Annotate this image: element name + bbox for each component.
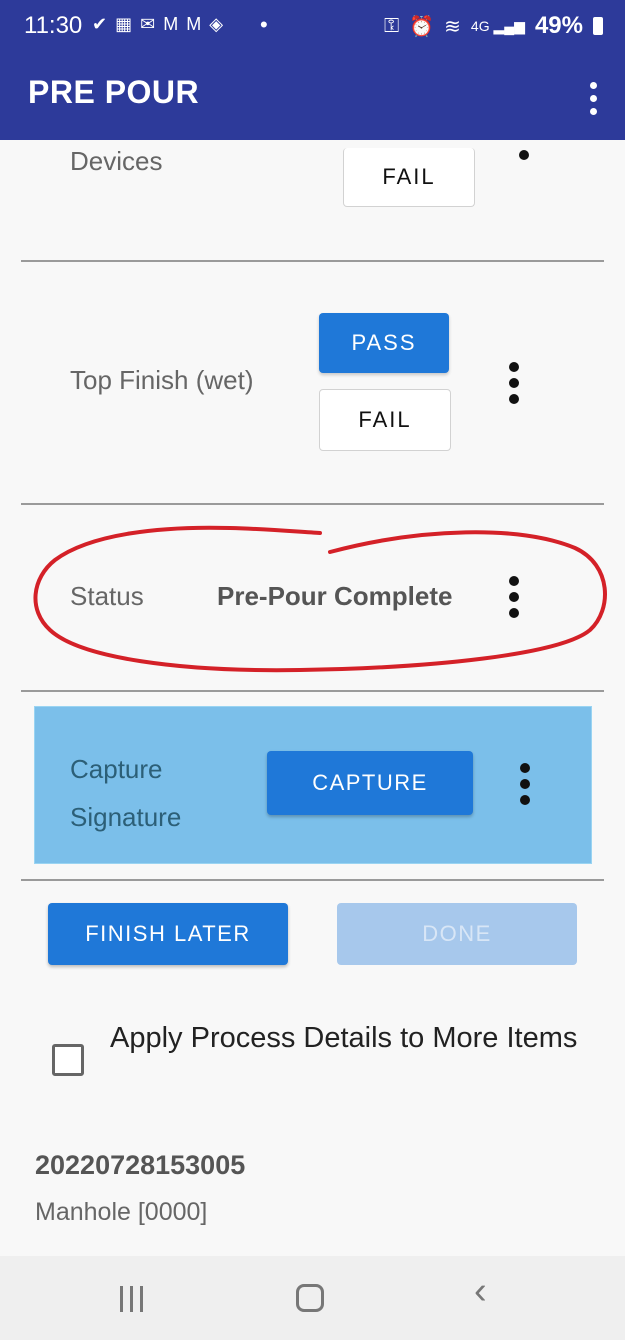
battery-icon [593,17,603,35]
back-icon[interactable]: ‹ [474,1270,487,1313]
capture-signature-row: Capture Signature CAPTURE [34,706,592,864]
divider [21,260,604,262]
done-button[interactable]: DONE [337,903,577,965]
divider [21,690,604,692]
status-more-icon[interactable] [509,576,519,618]
page-title: PRE POUR [28,74,200,110]
check-circle-icon: ✔ [92,14,108,34]
alarm-icon: ⏰ [409,15,435,38]
divider [21,879,604,881]
divider [21,503,604,505]
capture-more-icon[interactable] [520,763,530,805]
devices-more-icon[interactable] [519,144,529,160]
shield-wifi-icon: ◈ [209,14,224,34]
top-finish-more-icon[interactable] [509,362,519,404]
status-bar: 11:30 ✔ ▦ ✉ M M ◈ • ⚿ ⏰ ≋ 4G ▂▄▆ 49% [0,0,625,56]
calendar-icon: ▦ [115,14,133,34]
system-nav-bar: ‹ [0,1256,625,1340]
item-subtitle: Manhole [0000] [35,1198,208,1226]
system-icons: ⚿ ⏰ ≋ 4G ▂▄▆ 49% [384,12,603,40]
notification-icons: ✔ ▦ ✉ M M ◈ [92,14,223,35]
clock: 11:30 [24,12,83,39]
outlook-icon: ✉ [140,14,156,34]
wifi-icon: ≋ [444,15,461,38]
devices-label: Devices [70,146,163,176]
status-label: Status [70,581,144,611]
top-finish-label: Top Finish (wet) [70,365,254,395]
item-id: 20220728153005 [35,1150,246,1180]
home-icon[interactable] [296,1284,324,1312]
battery-percent: 49% [534,12,583,39]
recent-apps-icon[interactable] [120,1286,143,1312]
capture-button[interactable]: CAPTURE [267,751,473,815]
finish-later-button[interactable]: FINISH LATER [48,903,288,965]
apply-details-checkbox[interactable] [52,1044,84,1076]
more-vert-icon[interactable] [590,82,597,115]
app-bar: PRE POUR [0,56,625,140]
gmail-icon: M [163,14,179,34]
signal-icon: 4G ▂▄▆ [470,17,525,34]
more-notifications-dot-icon: • [260,12,268,37]
devices-fail-button[interactable]: FAIL [343,148,475,207]
status-value: Pre-Pour Complete [217,581,453,611]
capture-signature-label: Capture Signature [70,754,182,832]
key-icon: ⚿ [384,14,400,37]
apply-details-label[interactable]: Apply Process Details to More Items [110,1012,580,1064]
gmail-icon: M [186,14,202,34]
top-finish-fail-button[interactable]: FAIL [319,389,451,451]
top-finish-pass-button[interactable]: PASS [319,313,449,373]
